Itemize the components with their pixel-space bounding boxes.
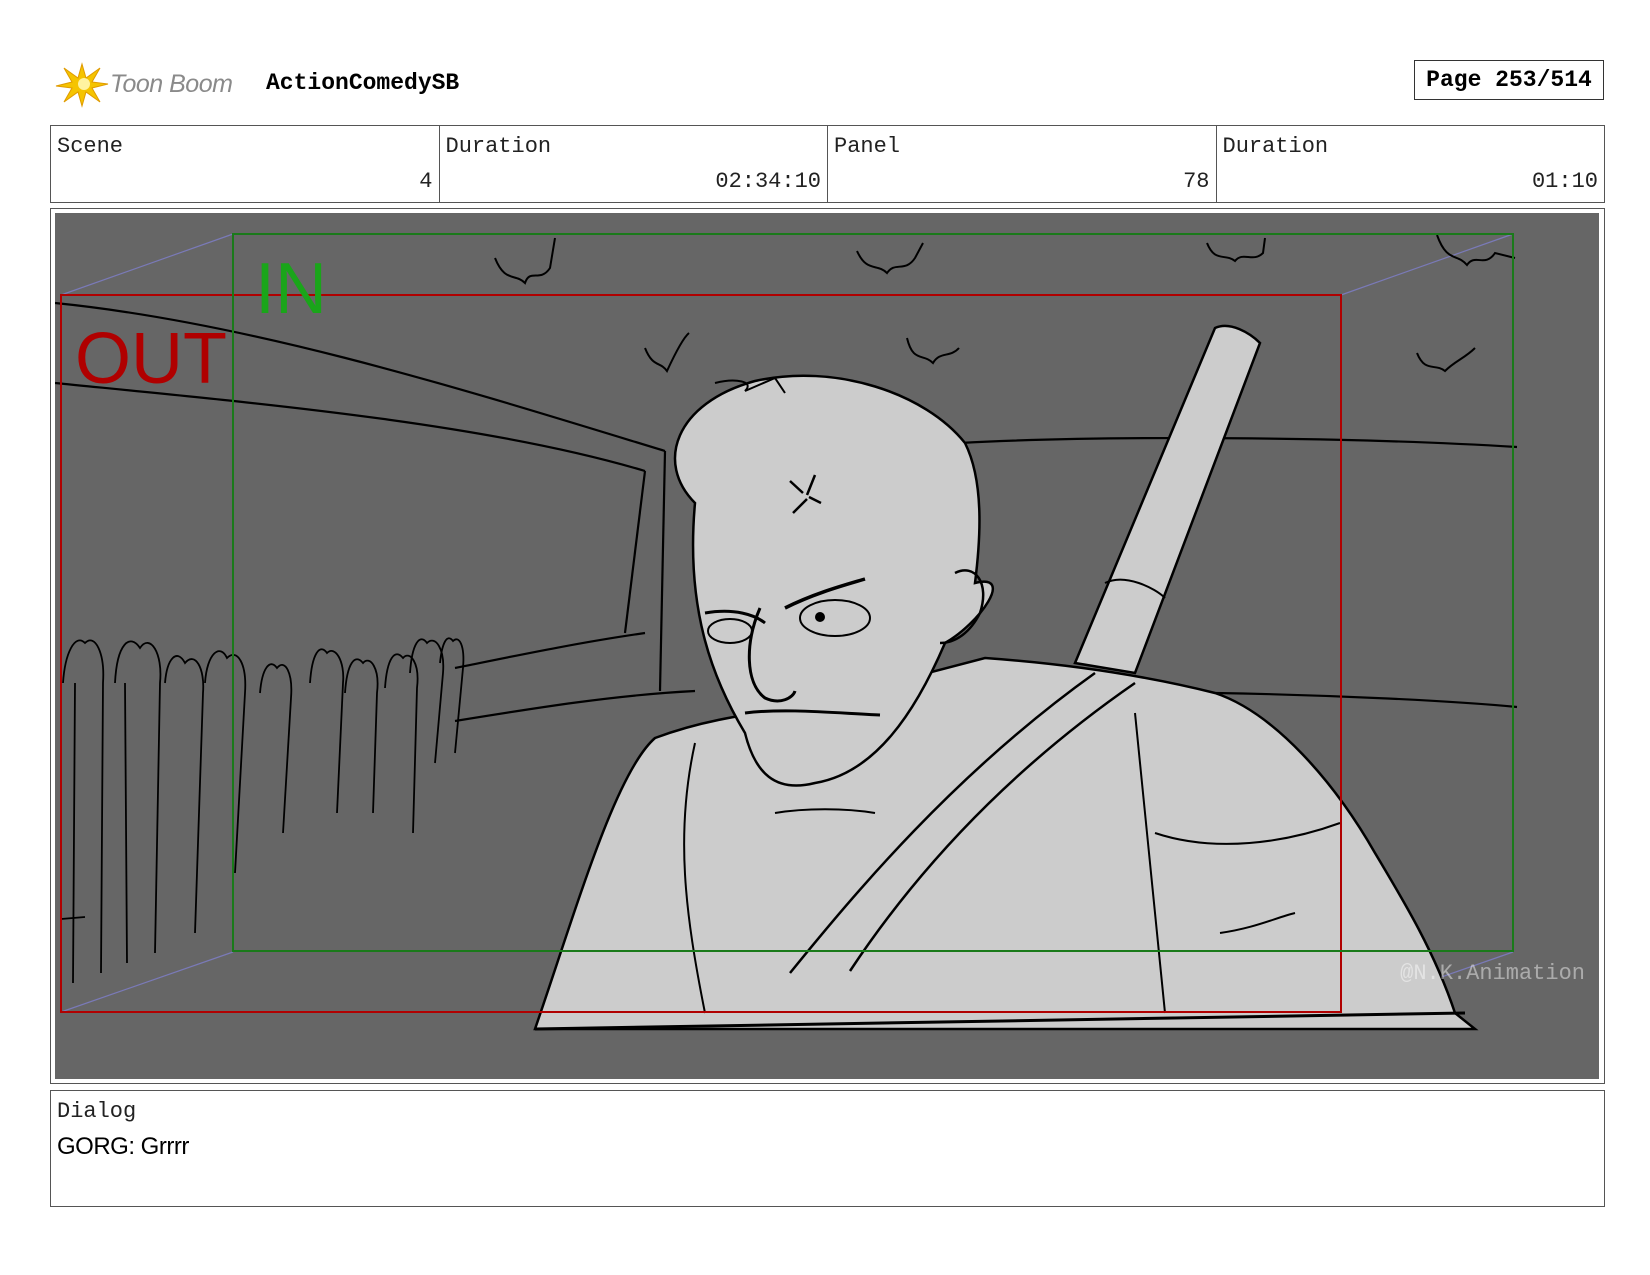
dialog-text: GORG: Grrrr (57, 1133, 189, 1160)
page-number: Page 253/514 (1414, 60, 1604, 100)
scene-duration-label: Duration (445, 134, 552, 159)
storyboard-panel: IN OUT @N.K.Animation (50, 208, 1605, 1084)
panel-label: Panel (834, 134, 901, 159)
scene-duration-cell: Duration 02:34:10 (440, 126, 828, 202)
watermark: @N.K.Animation (1400, 961, 1585, 986)
character-gorg (533, 324, 1479, 1031)
scene-label: Scene (57, 134, 124, 159)
panel-drawing: IN OUT @N.K.Animation (55, 213, 1599, 1079)
scene-duration-value: 02:34:10 (715, 169, 821, 194)
in-frame-label: IN (255, 249, 327, 329)
dialog-label: Dialog (57, 1099, 137, 1124)
grass-tufts (494, 234, 1516, 373)
panel-value: 78 (1183, 169, 1210, 194)
dialog-box: Dialog GORG: Grrrr (50, 1090, 1605, 1207)
project-title: ActionComedySB (266, 70, 460, 96)
logo-wordmark: Toon Boom (110, 70, 233, 98)
starburst-icon (55, 62, 109, 108)
scene-cell: Scene 4 (51, 126, 440, 202)
toon-boom-logo: Toon Boom (54, 60, 250, 108)
sketch-artwork (55, 233, 1518, 1031)
crowd-sketch (60, 637, 465, 984)
panel-duration-label: Duration (1222, 134, 1329, 159)
panel-info-row: Scene 4 Duration 02:34:10 Panel 78 Durat… (50, 125, 1605, 203)
out-frame-label: OUT (75, 319, 227, 399)
panel-duration-cell: Duration 01:10 (1217, 126, 1605, 202)
panel-cell: Panel 78 (828, 126, 1217, 202)
panel-duration-value: 01:10 (1531, 169, 1598, 194)
page-header: Toon Boom ActionComedySB Page 253/514 (54, 60, 1604, 108)
scene-value: 4 (419, 169, 433, 194)
